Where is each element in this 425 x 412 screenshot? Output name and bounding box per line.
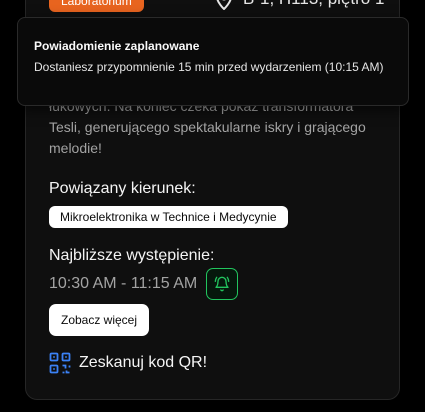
description-line: Tesli, generującego spektakularne iskry … — [49, 119, 366, 135]
reminder-button[interactable] — [206, 268, 239, 300]
occurrence-row: 10:30 AM - 11:15 AM — [49, 268, 239, 300]
description-line: melodie! — [49, 140, 102, 156]
notification-toast[interactable]: Powiadomienie zaplanowane Dostaniesz prz… — [17, 17, 409, 106]
page: Laboratorium B-1, H113, piętro 1 łukowyc… — [0, 0, 425, 412]
scan-qr-label: Zeskanuj kod QR! — [79, 354, 208, 371]
related-field-title: Powiązany kierunek: — [49, 180, 196, 197]
map-pin-icon — [216, 0, 232, 10]
toast-title: Powiadomienie zaplanowane — [34, 39, 200, 53]
see-more-button[interactable]: Zobacz więcej — [49, 304, 149, 336]
location-text: B-1, H113, piętro 1 — [243, 0, 384, 9]
toast-message: Dostaniesz przypomnienie 15 min przed wy… — [34, 60, 384, 74]
qr-code-icon — [49, 352, 71, 374]
category-badge: Laboratorium — [49, 0, 144, 12]
related-field-chip[interactable]: Mikroelektronika w Technice i Medycynie — [49, 206, 288, 228]
scan-qr-link[interactable]: Zeskanuj kod QR! — [49, 352, 207, 374]
location: B-1, H113, piętro 1 — [215, 0, 384, 10]
occurrence-time: 10:30 AM - 11:15 AM — [49, 275, 198, 292]
bell-ring-icon — [214, 276, 230, 292]
next-occurrence-title: Najbliższe występienie: — [49, 247, 215, 264]
